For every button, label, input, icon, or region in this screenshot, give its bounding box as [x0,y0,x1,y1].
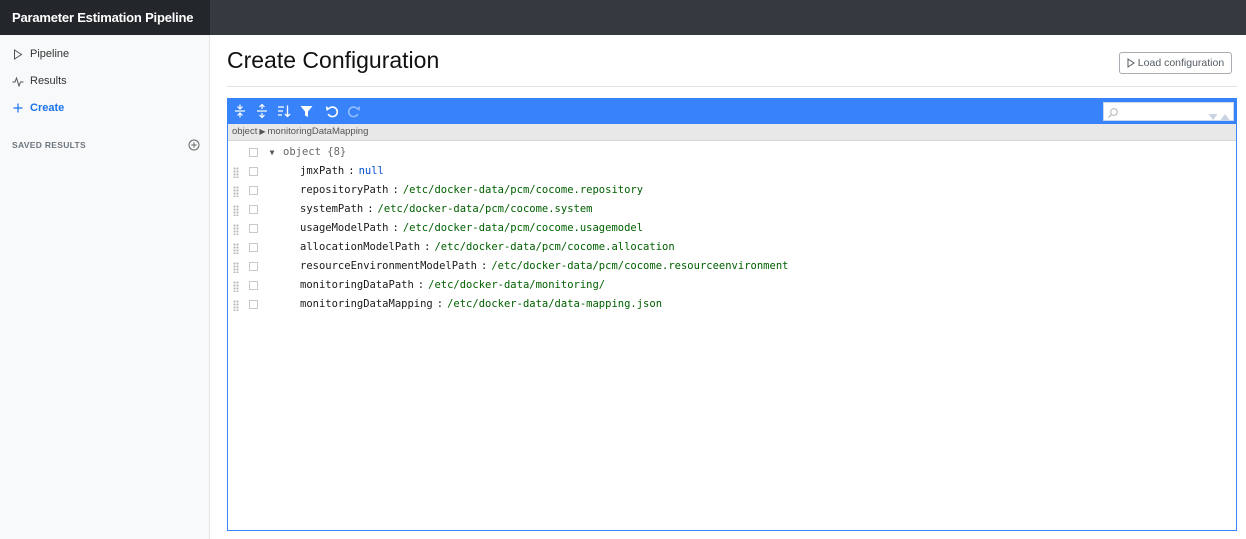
app-title[interactable]: Parameter Estimation Pipeline [0,0,210,35]
search-previous-icon[interactable] [1220,108,1230,120]
field-value[interactable]: /etc/docker-data/monitoring/ [428,279,605,291]
context-menu-button[interactable] [249,281,258,290]
load-configuration-button[interactable]: Load configuration [1119,52,1232,74]
page-title: Create Configuration [227,47,440,73]
field-key[interactable]: jmxPath [300,165,344,177]
sidebar-item-create[interactable]: Create [12,98,64,118]
plus-icon [12,102,24,114]
field-key[interactable]: monitoringDataPath [300,279,414,291]
table-row: allocationModelPath:/etc/docker-data/pcm… [228,239,1236,258]
add-circle-icon[interactable] [188,139,200,151]
field-value[interactable]: /etc/docker-data/pcm/cocome.allocation [434,241,674,253]
context-menu-button[interactable] [249,167,258,176]
saved-results-heading: SAVED RESULTS [12,139,200,151]
tree-root-row: ▼ object {8} [228,144,1236,163]
table-row: systemPath:/etc/docker-data/pcm/cocome.s… [228,201,1236,220]
drag-handle-icon[interactable] [233,186,239,197]
context-menu-button[interactable] [249,205,258,214]
sort-icon[interactable] [276,103,292,119]
search-input[interactable] [1120,105,1204,118]
sidebar-item-label: Create [30,102,65,114]
field-value[interactable]: /etc/docker-data/pcm/cocome.repository [403,184,643,196]
table-row: monitoringDataPath:/etc/docker-data/moni… [228,277,1236,296]
breadcrumb-item-current[interactable]: monitoringDataMapping [268,126,369,137]
redo-icon[interactable] [346,103,362,119]
field-key[interactable]: systemPath [300,203,363,215]
drag-handle-icon[interactable] [233,224,239,235]
activity-icon [12,75,24,87]
breadcrumb: object ▶ monitoringDataMapping [228,124,1236,141]
sidebar-item-results[interactable]: Results [12,71,67,91]
field-key[interactable]: resourceEnvironmentModelPath [300,260,477,272]
field-key[interactable]: usageModelPath [300,222,389,234]
sidebar-item-label: Pipeline [30,48,70,60]
top-navbar: Parameter Estimation Pipeline [0,0,1246,35]
drag-handle-icon[interactable] [233,262,239,273]
context-menu-button[interactable] [249,262,258,271]
main-content: Create Configuration Load configuration [211,35,1246,539]
play-outline-icon [1127,58,1136,68]
context-menu-button[interactable] [249,148,258,157]
collapse-all-icon[interactable] [254,103,270,119]
breadcrumb-separator-icon: ▶ [259,127,266,136]
field-value[interactable]: /etc/docker-data/pcm/cocome.system [378,203,593,215]
load-button-label: Load configuration [1137,57,1225,69]
field-value[interactable]: /etc/docker-data/data-mapping.json [447,298,662,310]
sidebar: Pipeline Results Create SAVED RESULTS [0,35,210,539]
context-menu-button[interactable] [249,300,258,309]
json-editor: object ▶ monitoringDataMapping ▼ object {8… [227,98,1237,531]
drag-handle-icon[interactable] [233,281,239,292]
collapse-toggle-icon[interactable]: ▼ [267,148,277,158]
drag-handle-icon[interactable] [233,205,239,216]
table-row: resourceEnvironmentModelPath:/etc/docker… [228,258,1236,277]
context-menu-button[interactable] [249,186,258,195]
field-key[interactable]: monitoringDataMapping [300,298,433,310]
search-next-icon[interactable] [1208,108,1218,120]
table-row: jmxPath: null [228,163,1236,182]
root-object-label: object {8} [283,146,347,158]
sidebar-item-label: Results [30,75,67,87]
field-key[interactable]: allocationModelPath [300,241,420,253]
expand-all-icon[interactable] [232,103,248,119]
drag-handle-icon[interactable] [233,300,239,311]
title-divider [227,86,1237,87]
drag-handle-icon[interactable] [233,243,239,254]
search-box [1103,102,1234,121]
saved-results-label: SAVED RESULTS [12,140,86,150]
drag-handle-icon[interactable] [233,167,239,178]
filter-icon[interactable] [298,103,314,119]
field-value[interactable]: null [359,165,384,177]
table-row: repositoryPath:/etc/docker-data/pcm/coco… [228,182,1236,201]
breadcrumb-item-object[interactable]: object [232,126,257,137]
field-value[interactable]: /etc/docker-data/pcm/cocome.resourceenvi… [491,260,788,272]
table-row: usageModelPath:/etc/docker-data/pcm/coco… [228,220,1236,239]
field-key[interactable]: repositoryPath [300,184,389,196]
context-menu-button[interactable] [249,224,258,233]
play-outline-icon [12,48,24,60]
undo-icon[interactable] [324,103,340,119]
editor-toolbar [228,99,1236,124]
sidebar-item-pipeline[interactable]: Pipeline [12,44,69,64]
field-value[interactable]: /etc/docker-data/pcm/cocome.usagemodel [403,222,643,234]
context-menu-button[interactable] [249,243,258,252]
table-row: monitoringDataMapping:/etc/docker-data/d… [228,296,1236,315]
search-icon [1107,106,1119,118]
